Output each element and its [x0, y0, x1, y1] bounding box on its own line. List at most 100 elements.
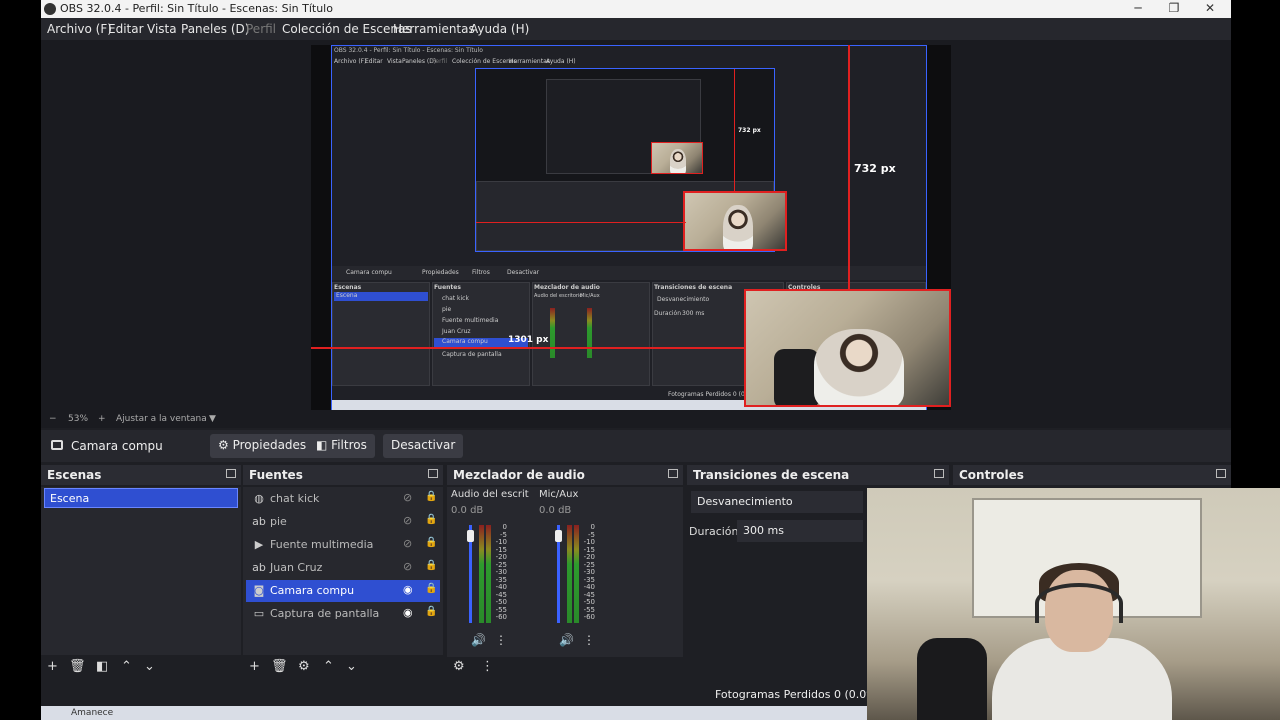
- menu-paneles[interactable]: Paneles (D): [181, 22, 249, 36]
- mute-icon[interactable]: 🔊: [471, 633, 486, 647]
- nested-src-5: Captura de pantalla: [442, 351, 502, 358]
- filters-button[interactable]: ◧ Filtros: [308, 434, 375, 458]
- monitor-icon: ▭: [253, 607, 265, 620]
- transition-select[interactable]: Desvanecimiento: [691, 491, 863, 513]
- text-icon: ab: [252, 561, 266, 574]
- eye-hidden-icon[interactable]: ⊘: [403, 537, 417, 550]
- restore-button[interactable]: ❐: [1156, 1, 1192, 15]
- move-up-button[interactable]: ⌃: [121, 659, 132, 674]
- scene-item[interactable]: Escena: [44, 488, 238, 508]
- sources-dock: Fuentes ◍ chat kick ⊘ 🔒 ab pie ⊘ 🔒 ▶ Fuente multi…: [243, 465, 443, 681]
- add-source-button[interactable]: +: [249, 659, 260, 674]
- duration-input[interactable]: 300 ms: [737, 520, 863, 542]
- meter-scale: 0 -5 -10 -15 -20 -25 -30 -35 -40 -45 -50 -55 -60: [491, 523, 507, 622]
- lock-icon[interactable]: 🔒: [425, 514, 437, 525]
- channel-name: Audio del escritorio: [451, 489, 529, 500]
- scenes-dock-header: Escenas: [41, 465, 241, 485]
- channel-menu-icon[interactable]: ⋮: [583, 633, 595, 647]
- eye-icon[interactable]: ◉: [403, 583, 417, 596]
- zoom-out-button[interactable]: −: [49, 414, 57, 424]
- menu-herramientas[interactable]: Herramientas: [393, 22, 475, 36]
- source-item[interactable]: ◍ chat kick ⊘ 🔒: [246, 488, 440, 510]
- filters-label: Filtros: [331, 438, 367, 452]
- sources-list[interactable]: ◍ chat kick ⊘ 🔒 ab pie ⊘ 🔒 ▶ Fuente multimedia ⊘ 🔒 a…: [243, 487, 443, 655]
- window-title: OBS 32.0.4 - Perfil: Sin Título - Escena…: [60, 2, 333, 15]
- preview-canvas[interactable]: OBS 32.0.4 - Perfil: Sin Título - Escena…: [311, 45, 951, 410]
- menu-archivo[interactable]: Archivo (F): [47, 22, 112, 36]
- mixer-toolbar: ⚙ ⋮: [447, 657, 683, 679]
- source-properties-button[interactable]: ⚙: [298, 659, 310, 674]
- channel-db: 0.0 dB: [539, 505, 572, 516]
- chevron-down-icon[interactable]: ▼: [209, 414, 216, 424]
- float-dock-icon[interactable]: [934, 469, 944, 478]
- menu-editar[interactable]: Editar: [108, 22, 144, 36]
- float-dock-icon[interactable]: [428, 469, 438, 478]
- nested-deactivate: Desactivar: [507, 269, 540, 276]
- source-item[interactable]: ◙ Camara compu ◉ 🔒: [246, 580, 440, 602]
- float-dock-icon[interactable]: [1216, 469, 1226, 478]
- source-label: chat kick: [270, 492, 320, 505]
- source-item[interactable]: ab pie ⊘ 🔒: [246, 511, 440, 533]
- eye-icon[interactable]: ◉: [403, 606, 417, 619]
- eye-hidden-icon[interactable]: ⊘: [403, 514, 417, 527]
- preview-area[interactable]: OBS 32.0.4 - Perfil: Sin Título - Escena…: [41, 40, 1231, 412]
- add-scene-button[interactable]: +: [47, 659, 58, 674]
- fader-handle[interactable]: [467, 529, 474, 542]
- nested-scene-item: Escena: [334, 292, 428, 301]
- meter-scale: 0 -5 -10 -15 -20 -25 -30 -35 -40 -45 -50 -55 -60: [579, 523, 595, 622]
- zoom-in-button[interactable]: +: [98, 414, 106, 424]
- transitions-title: Transiciones de escena: [693, 468, 850, 482]
- nested-menu-0: Archivo (F): [334, 58, 367, 65]
- lock-icon[interactable]: 🔒: [425, 537, 437, 548]
- menu-perfil[interactable]: Perfil: [246, 22, 276, 36]
- scene-filters-button[interactable]: ◧: [96, 659, 108, 674]
- deactivate-button[interactable]: Desactivar: [383, 434, 464, 458]
- text-icon: ab: [252, 515, 266, 528]
- sources-dock-header: Fuentes: [243, 465, 443, 485]
- selected-source-name: Camara compu: [71, 439, 163, 453]
- move-down-button[interactable]: ⌄: [346, 659, 357, 674]
- nested-sources-title: Fuentes: [434, 284, 461, 291]
- close-button[interactable]: ✕: [1192, 1, 1228, 15]
- volume-meter: [479, 525, 484, 623]
- channel-menu-icon[interactable]: ⋮: [495, 633, 507, 647]
- source-toolbar: Camara compu ⚙ Propiedades ◧ Filtros Des…: [41, 430, 1231, 462]
- float-dock-icon[interactable]: [226, 469, 236, 478]
- nested-scenes-title: Escenas: [334, 284, 362, 291]
- lock-icon[interactable]: 🔒: [425, 606, 437, 617]
- eye-hidden-icon[interactable]: ⊘: [403, 491, 417, 504]
- camera-icon: ◙: [253, 584, 265, 597]
- nested-mixer-a: Audio del escritorio: [534, 293, 583, 299]
- scale-tick: -60: [495, 613, 507, 621]
- scenes-list[interactable]: Escena: [41, 487, 241, 655]
- menu-vista[interactable]: Vista: [147, 22, 177, 36]
- mixer-settings-icon[interactable]: ⚙: [453, 659, 465, 674]
- lock-icon[interactable]: 🔒: [425, 491, 437, 502]
- duration-label: Duración: [689, 525, 739, 538]
- mute-icon[interactable]: 🔊: [559, 633, 574, 647]
- lock-icon[interactable]: 🔒: [425, 583, 437, 594]
- nested-filters: Filtros: [472, 269, 490, 276]
- selection-box[interactable]: [744, 289, 951, 407]
- remove-scene-button[interactable]: 🗑: [69, 659, 86, 674]
- eye-hidden-icon[interactable]: ⊘: [403, 560, 417, 573]
- gear-icon: ⚙: [218, 438, 229, 452]
- move-down-button[interactable]: ⌄: [144, 659, 155, 674]
- nested-duration-label: Duración: [654, 310, 682, 317]
- float-dock-icon[interactable]: [668, 469, 678, 478]
- menu-ayuda[interactable]: Ayuda (H): [470, 22, 529, 36]
- source-item[interactable]: ▭ Captura de pantalla ◉ 🔒: [246, 603, 440, 625]
- properties-button[interactable]: ⚙ Propiedades: [210, 434, 315, 458]
- nested-properties: Propiedades: [422, 269, 459, 276]
- source-item[interactable]: ▶ Fuente multimedia ⊘ 🔒: [246, 534, 440, 556]
- mixer-dock-header: Mezclador de audio: [447, 465, 683, 485]
- remove-source-button[interactable]: 🗑: [271, 659, 288, 674]
- minimize-button[interactable]: ─: [1120, 1, 1156, 15]
- zoom-fit-select[interactable]: Ajustar a la ventana: [116, 414, 207, 424]
- height-label: 732 px: [854, 162, 896, 175]
- source-item[interactable]: ab Juan Cruz ⊘ 🔒: [246, 557, 440, 579]
- lock-icon[interactable]: 🔒: [425, 560, 437, 571]
- fader-handle[interactable]: [555, 529, 562, 542]
- mixer-menu-icon[interactable]: ⋮: [481, 659, 494, 674]
- move-up-button[interactable]: ⌃: [323, 659, 334, 674]
